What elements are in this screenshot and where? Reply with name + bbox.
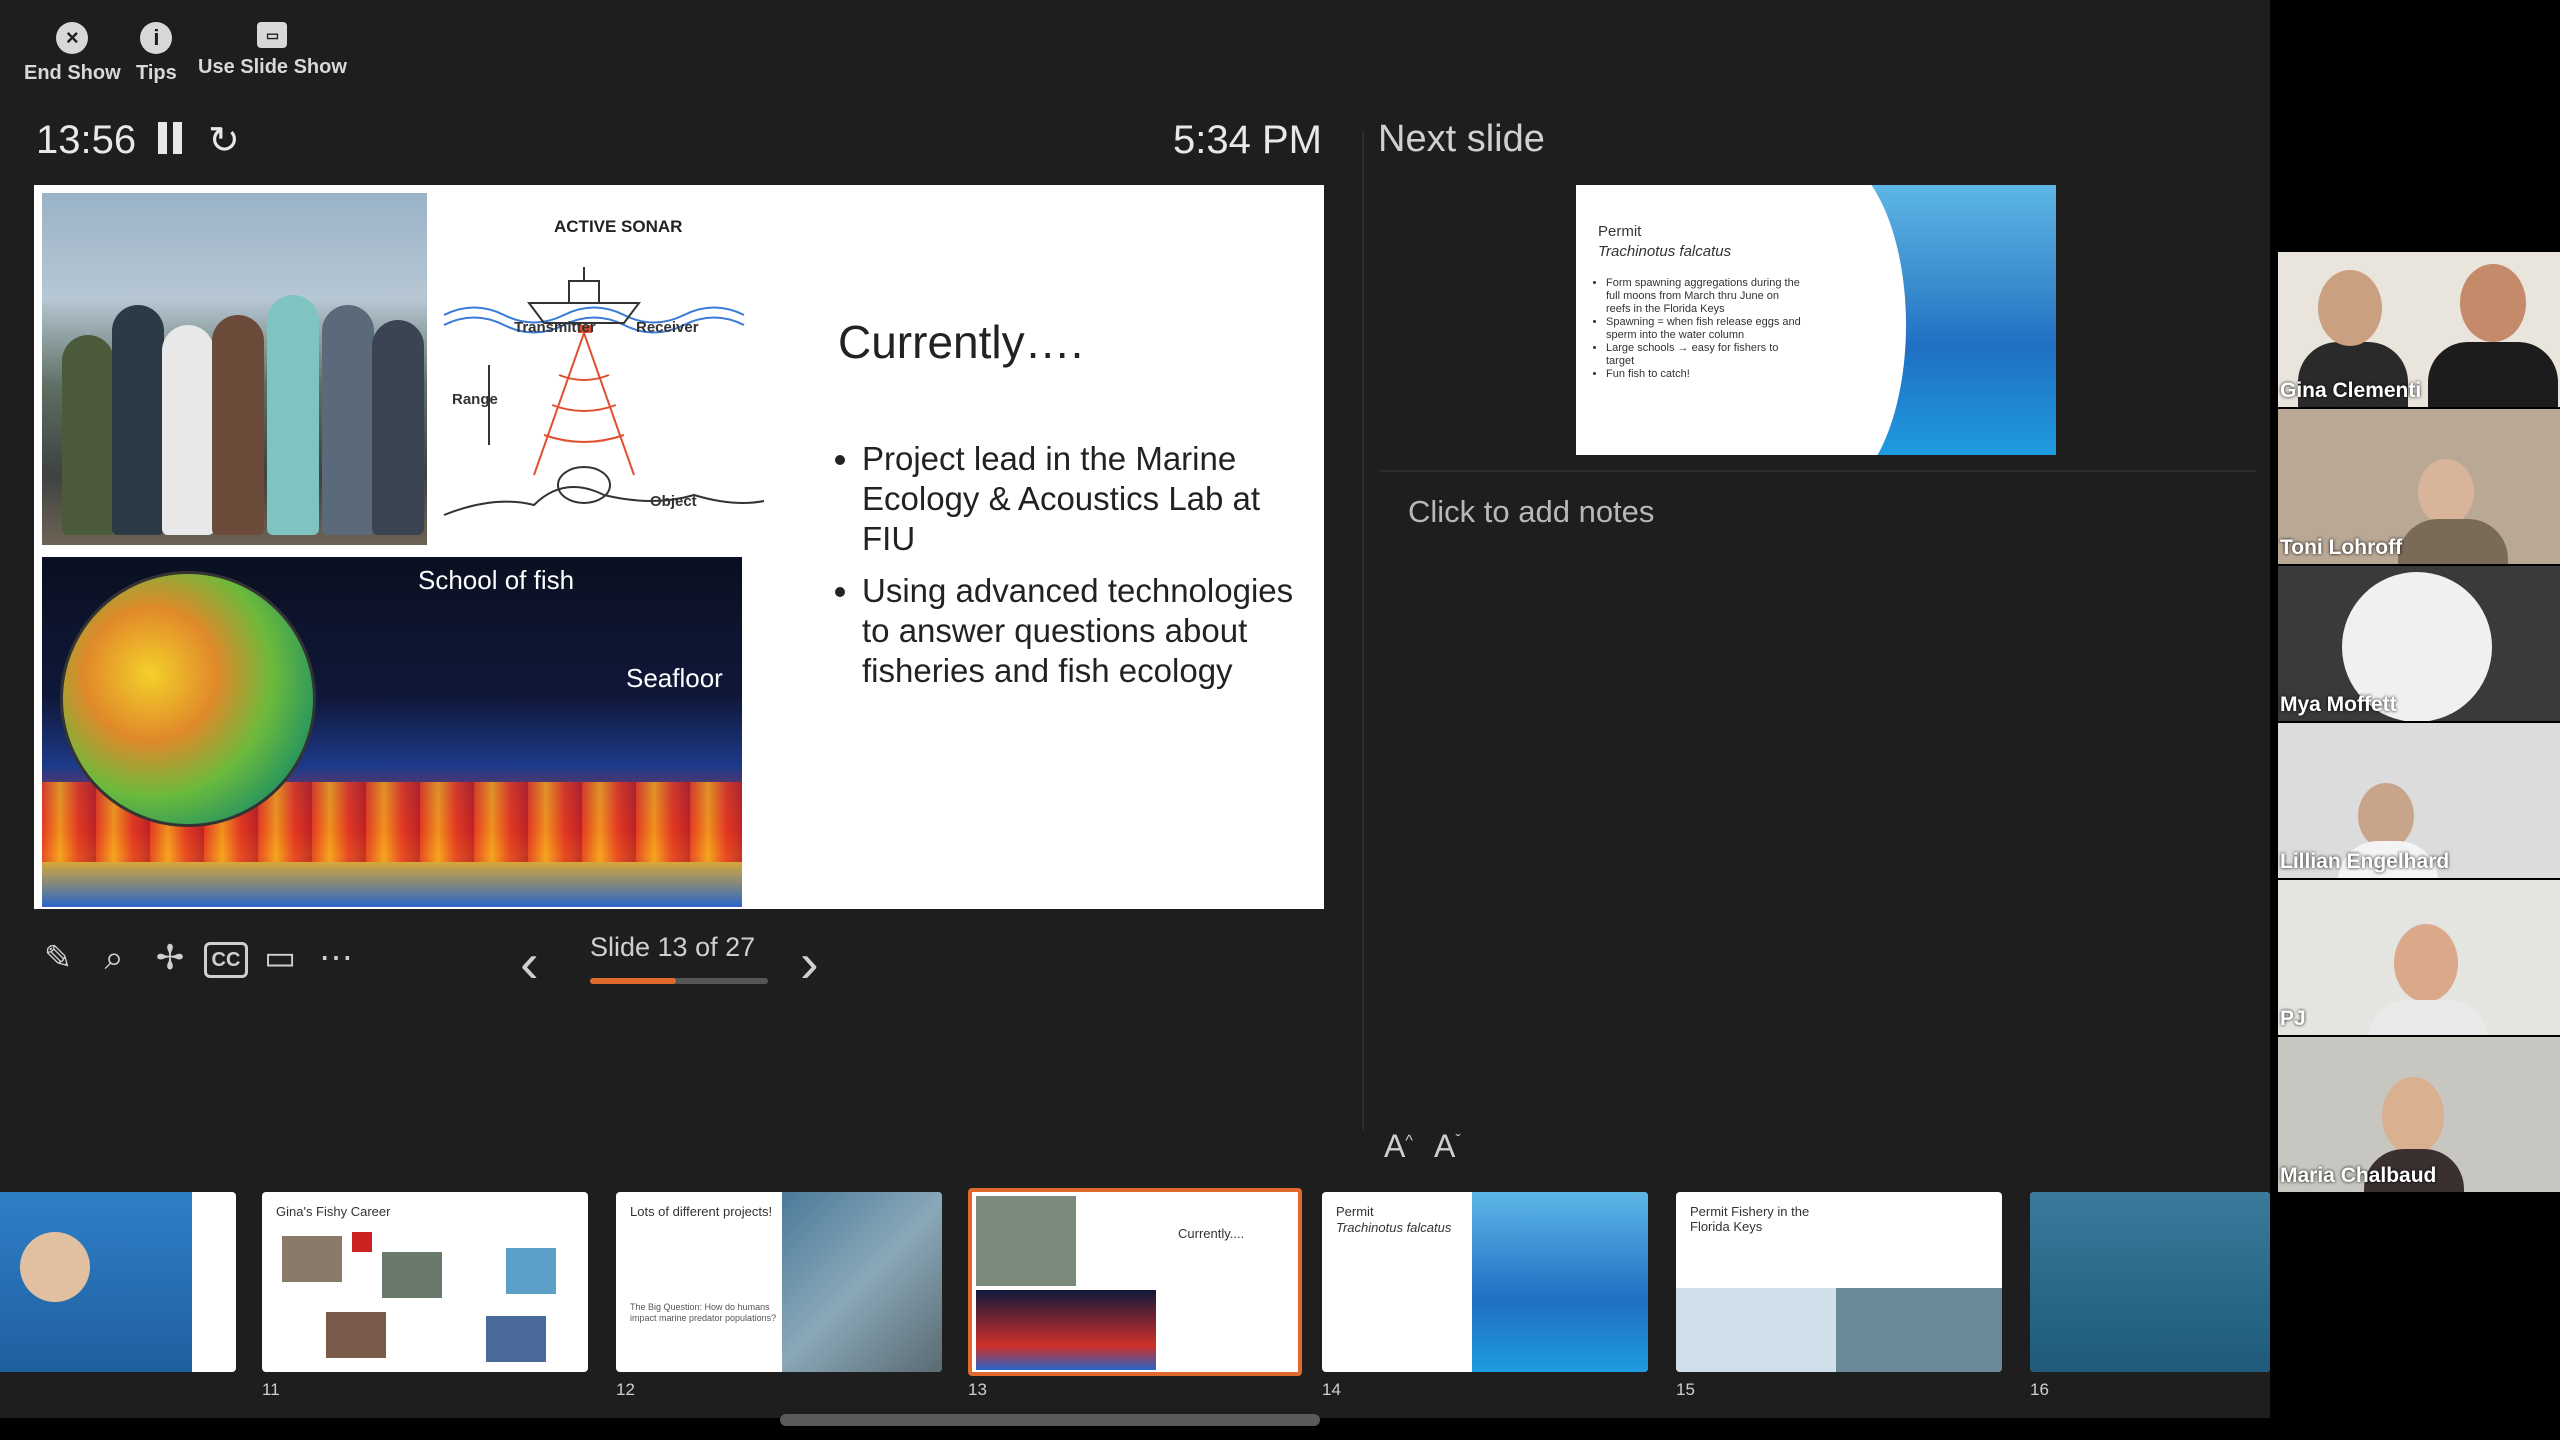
more-options-icon[interactable]: ⋯ xyxy=(314,936,358,980)
slide-thumbnail-current[interactable]: Currently.... xyxy=(968,1188,1302,1376)
thumbnail-number: 16 xyxy=(2030,1380,2049,1399)
info-icon: i xyxy=(140,22,173,54)
thumbnail-title: Permit Fishery in the Florida Keys xyxy=(1690,1204,1810,1234)
thumbnail-number: 13 xyxy=(968,1380,987,1399)
presenter-view: × End Show i Tips ▭ Use Slide Show 13:56… xyxy=(0,0,2270,1426)
participant-name: Maria Chalbaud xyxy=(2280,1164,2437,1187)
pause-icon[interactable] xyxy=(158,122,184,154)
slide-heading: Currently…. xyxy=(838,316,1084,368)
next-slide-bullet: Form spawning aggregations during the fu… xyxy=(1606,277,1806,316)
pen-icon[interactable]: ✎ xyxy=(36,936,80,980)
previous-slide-button[interactable]: ‹ xyxy=(520,930,539,995)
thumbnail-note: The Big Question: How do humans impact m… xyxy=(630,1302,777,1323)
slides-icon: ▭ xyxy=(257,22,288,48)
increase-font-icon[interactable]: A^ xyxy=(1384,1128,1413,1165)
end-show-label: End Show xyxy=(24,62,121,84)
thumbnail-number: 12 xyxy=(616,1380,635,1399)
participant-name: PJ xyxy=(2280,1007,2306,1030)
tips-button[interactable]: i Tips xyxy=(136,22,177,85)
participant-name: Gina Clementi xyxy=(2280,379,2422,402)
seafloor-label: Seafloor xyxy=(626,663,723,693)
sonar-title: ACTIVE SONAR xyxy=(554,217,683,236)
panel-divider xyxy=(1362,130,1364,1130)
slide-progress-fill xyxy=(590,978,676,984)
next-slide-bullet: Fun fish to catch! xyxy=(1606,368,1806,381)
reset-timer-icon[interactable]: ↻ xyxy=(208,118,240,163)
thumbnail-title: Lots of different projects! xyxy=(630,1204,773,1219)
decrease-font-icon[interactable]: Aˇ xyxy=(1434,1128,1461,1165)
tips-label: Tips xyxy=(136,62,177,84)
slide-progress-bar xyxy=(590,978,768,984)
object-label: Object xyxy=(650,493,697,510)
camera-icon[interactable]: ▭ xyxy=(258,936,302,980)
echogram-image: School of fish Seafloor xyxy=(42,557,742,907)
participant-video[interactable]: Gina Clementi xyxy=(2278,252,2560,407)
use-slide-show-label: Use Slide Show xyxy=(198,56,347,78)
participant-video[interactable]: Toni Lohroff xyxy=(2278,409,2560,564)
slide-filmstrip: Gina's Fishy Career 11 Lots of different… xyxy=(0,1180,2270,1400)
subtitles-icon[interactable]: CC xyxy=(204,942,248,978)
school-of-fish-label: School of fish xyxy=(418,565,575,595)
zoom-icon[interactable]: ⌕ xyxy=(92,936,136,980)
thumbnail-subtitle: Trachinotus falcatus xyxy=(1336,1220,1452,1235)
receiver-label: Receiver xyxy=(636,319,699,336)
sonar-diagram xyxy=(443,267,765,516)
participant-name: Lillian Engelhard xyxy=(2280,850,2450,873)
participant-name: Toni Lohroff xyxy=(2280,536,2403,559)
notes-area[interactable]: Click to add notes xyxy=(1408,494,1654,530)
range-label: Range xyxy=(452,391,498,408)
thumbnail-title: Gina's Fishy Career xyxy=(276,1204,391,1219)
next-slide-button[interactable]: › xyxy=(800,930,819,995)
participant-video[interactable]: Maria Chalbaud xyxy=(2278,1037,2560,1192)
next-slide-bullets: Form spawning aggregations during the fu… xyxy=(1590,277,1806,381)
slide-counter: Slide 13 of 27 xyxy=(590,932,756,962)
slide-thumbnail[interactable] xyxy=(2030,1192,2270,1372)
slide-thumbnail[interactable]: Permit Fishery in the Florida Keys xyxy=(1676,1192,2002,1372)
slide-thumbnail[interactable]: Gina's Fishy Career xyxy=(262,1192,588,1372)
next-slide-bullet: Spawning = when fish release eggs and sp… xyxy=(1606,316,1806,342)
slide-bullet: Using advanced technologies to answer qu… xyxy=(862,571,1302,691)
next-slide-preview[interactable]: Permit Trachinotus falcatus Form spawnin… xyxy=(1576,185,2056,455)
thumbnail-number: 14 xyxy=(1322,1380,1341,1399)
next-slide-title: Permit xyxy=(1598,223,1642,240)
thumbnail-number: 15 xyxy=(1676,1380,1695,1399)
participant-video[interactable]: Mya Moffett xyxy=(2278,566,2560,721)
clock: 5:34 PM xyxy=(1173,118,1322,162)
next-slide-label: Next slide xyxy=(1378,118,1545,160)
slide-thumbnail[interactable] xyxy=(0,1192,236,1372)
end-show-button[interactable]: × End Show xyxy=(24,22,121,85)
slide-bullets: Project lead in the Marine Ecology & Aco… xyxy=(838,439,1302,703)
thumbnail-title: Permit xyxy=(1336,1204,1374,1219)
transmitter-label: Transmitter xyxy=(514,319,596,336)
team-photo xyxy=(42,193,427,545)
use-slide-show-button[interactable]: ▭ Use Slide Show xyxy=(198,22,347,79)
thumbnail-number: 11 xyxy=(262,1380,280,1399)
participant-video[interactable]: Lillian Engelhard xyxy=(2278,723,2560,878)
participant-video[interactable]: PJ xyxy=(2278,880,2560,1035)
current-slide: ACTIVE SONAR Transmitter Receiver Range … xyxy=(34,185,1324,909)
next-slide-subtitle: Trachinotus falcatus xyxy=(1598,243,1732,260)
elapsed-timer: 13:56 xyxy=(36,118,137,162)
slide-bullet: Project lead in the Marine Ecology & Aco… xyxy=(862,439,1302,559)
laser-pointer-icon[interactable]: ✢ xyxy=(148,936,192,980)
notes-divider xyxy=(1380,470,2256,472)
slide-thumbnail[interactable]: Lots of different projects! The Big Ques… xyxy=(616,1192,942,1372)
close-icon: × xyxy=(56,22,89,54)
participant-name: Mya Moffett xyxy=(2280,693,2397,716)
thumbnail-title: Currently.... xyxy=(1178,1226,1245,1241)
filmstrip-scrollbar[interactable] xyxy=(780,1414,1320,1426)
slide-thumbnail[interactable]: Permit Trachinotus falcatus xyxy=(1322,1192,1648,1372)
next-slide-bullet: Large schools → easy for fishers to targ… xyxy=(1606,342,1806,368)
